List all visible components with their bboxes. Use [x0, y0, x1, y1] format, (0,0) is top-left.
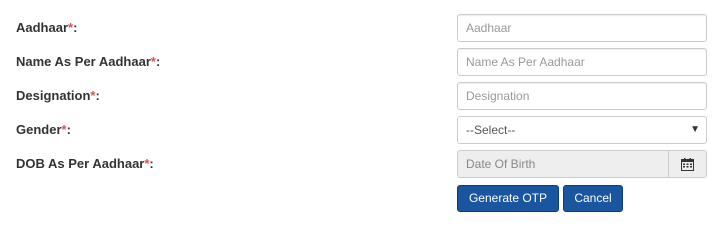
name-row: Name As Per Aadhaar*:	[0, 48, 720, 78]
aadhaar-row: Aadhaar*:	[0, 14, 720, 44]
dob-label: DOB As Per Aadhaar*:	[16, 156, 154, 171]
gender-selected-value: --Select--	[466, 123, 516, 137]
calendar-button[interactable]	[668, 150, 707, 178]
gender-row: Gender*: --Select-- ▼	[0, 116, 720, 146]
gender-select[interactable]: --Select-- ▼	[457, 116, 707, 144]
name-label: Name As Per Aadhaar*:	[16, 54, 161, 69]
name-input[interactable]	[457, 48, 707, 76]
cancel-button[interactable]: Cancel	[563, 185, 623, 212]
gender-label: Gender*:	[16, 122, 71, 137]
designation-input[interactable]	[457, 82, 707, 110]
calendar-icon	[681, 157, 694, 171]
dob-row: DOB As Per Aadhaar*:	[0, 150, 720, 180]
aadhaar-label: Aadhaar*:	[16, 20, 78, 35]
actions-row: Generate OTP Cancel	[0, 185, 720, 215]
dob-input[interactable]	[457, 150, 668, 178]
designation-row: Designation*:	[0, 82, 720, 112]
caret-down-icon: ▼	[690, 124, 700, 135]
generate-otp-button[interactable]: Generate OTP	[457, 185, 559, 212]
designation-label: Designation*:	[16, 88, 100, 103]
aadhaar-input[interactable]	[457, 14, 707, 42]
